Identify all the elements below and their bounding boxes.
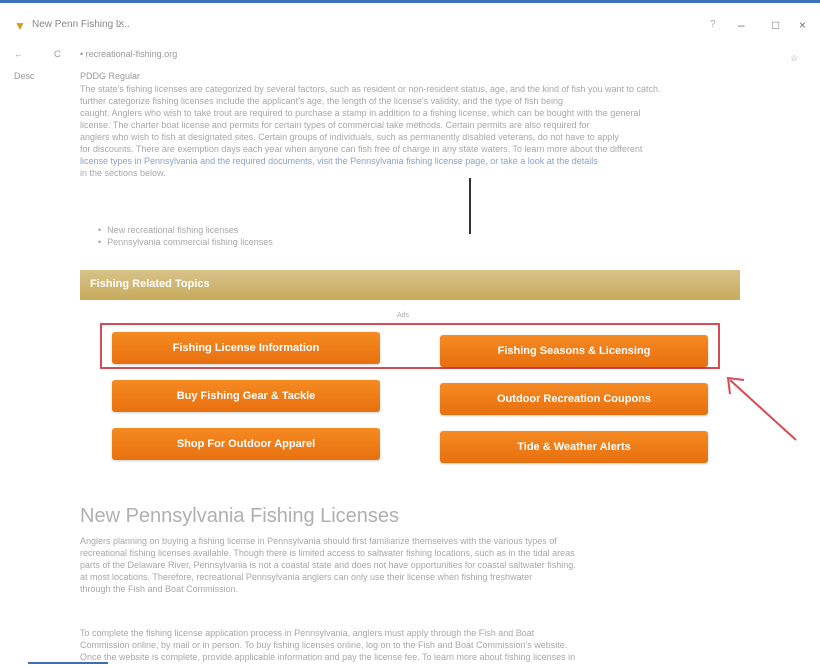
intro-line: anglers who wish to fish at designated s… (80, 132, 619, 142)
ad-label: Ads (397, 312, 410, 319)
intro-line: for discounts. There are exemption days … (80, 144, 643, 154)
close-icon[interactable]: × (799, 18, 806, 32)
section-title: New Pennsylvania Fishing Licenses (80, 505, 400, 527)
section-line: recreational fishing licenses available.… (80, 548, 575, 558)
bullet-list: New recreational fishing licenses Pennsy… (98, 224, 273, 248)
section-line: through the Fish and Boat Commission. (80, 584, 239, 594)
section-line: Anglers planning on buying a fishing lic… (80, 536, 557, 546)
address-bar[interactable]: • recreational-fishing.org (80, 49, 177, 59)
tab-title[interactable]: New Penn Fishing L... (32, 19, 130, 30)
bullet-item[interactable]: New recreational fishing licenses (98, 224, 273, 236)
maximize-icon[interactable]: □ (772, 18, 779, 32)
section-line: Commission online, by mail or in person.… (80, 640, 568, 650)
top-accent-line (0, 0, 820, 3)
bookmark-icon[interactable]: ☆ (790, 53, 798, 64)
shop-outdoor-apparel-button[interactable]: Shop For Outdoor Apparel (112, 428, 380, 460)
intro-line: license. The charter boat license and pe… (80, 120, 590, 130)
bottom-accent-line (28, 662, 108, 664)
app-icon: ▼ (14, 19, 26, 33)
section-line: To complete the fishing license applicat… (80, 628, 535, 638)
intro-line: further categorize fishing licenses incl… (80, 96, 564, 106)
tide-weather-alerts-button[interactable]: Tide & Weather Alerts (440, 431, 708, 463)
intro-line: The state's fishing licenses are categor… (80, 84, 661, 94)
back-icon[interactable]: ← (14, 49, 23, 59)
section-paragraph-2: To complete the fishing license applicat… (80, 627, 708, 663)
intro-link-line[interactable]: license types in Pennsylvania and the re… (80, 155, 708, 167)
reload-icon[interactable]: C (54, 49, 61, 59)
intro-line: in the sections below. (80, 168, 166, 178)
topics-header: Fishing Related Topics (90, 278, 210, 290)
tab-close-icon[interactable]: × (118, 18, 124, 30)
fishing-license-information-button[interactable]: Fishing License Information (112, 332, 380, 364)
section-paragraph-1: Anglers planning on buying a fishing lic… (80, 535, 708, 595)
bullet-item[interactable]: Pennsylvania commercial fishing licenses (98, 236, 273, 248)
buy-fishing-gear-button[interactable]: Buy Fishing Gear & Tackle (112, 380, 380, 412)
intro-line: caught. Anglers who wish to take trout a… (80, 108, 641, 118)
title-bar: ▼ New Penn Fishing L... × ? – □ × (0, 14, 820, 40)
text-cursor (469, 178, 471, 234)
section-line: Once the website is complete, provide ap… (80, 652, 576, 662)
annotation-arrow-icon (726, 376, 797, 441)
topics-header-bar: Fishing Related Topics (80, 270, 740, 300)
meta-right-label: PDDG Regular (80, 71, 141, 81)
address-row: ← C • recreational-fishing.org ☆ (0, 48, 820, 64)
fishing-seasons-licensing-button[interactable]: Fishing Seasons & Licensing (440, 335, 708, 367)
outdoor-recreation-coupons-button[interactable]: Outdoor Recreation Coupons (440, 383, 708, 415)
section-line: at most locations. Therefore, recreation… (80, 572, 533, 582)
minimize-icon[interactable]: – (738, 18, 745, 32)
meta-left-label: Desc (14, 71, 35, 81)
section-line: parts of the Delaware River, Pennsylvani… (80, 560, 576, 570)
intro-paragraph: The state's fishing licenses are categor… (80, 83, 708, 179)
help-icon[interactable]: ? (710, 19, 716, 30)
